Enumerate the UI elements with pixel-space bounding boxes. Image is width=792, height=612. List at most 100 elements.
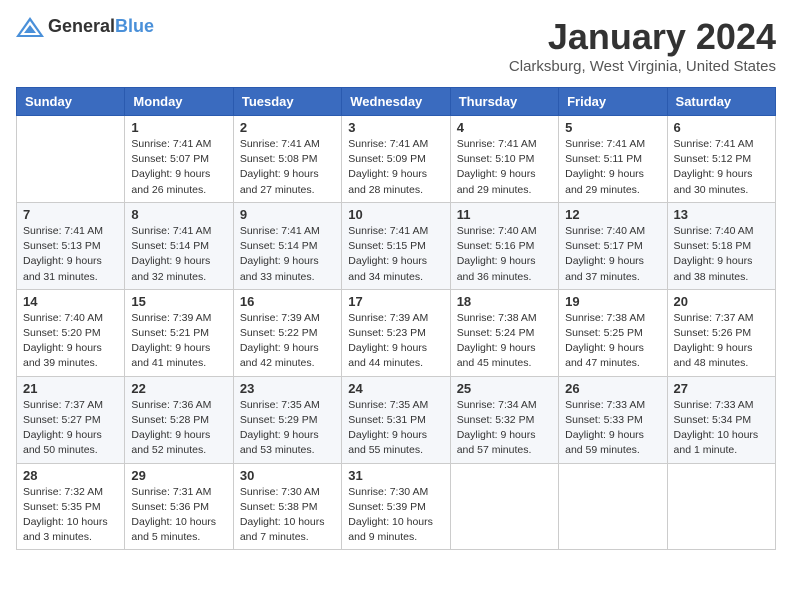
day-number: 4 bbox=[457, 120, 552, 135]
calendar-cell bbox=[17, 116, 125, 203]
calendar-cell bbox=[450, 463, 558, 550]
logo-blue: Blue bbox=[115, 16, 154, 36]
cell-info: Sunrise: 7:41 AM Sunset: 5:14 PM Dayligh… bbox=[240, 224, 335, 285]
day-number: 28 bbox=[23, 468, 118, 483]
day-number: 15 bbox=[131, 294, 226, 309]
cell-info: Sunrise: 7:37 AM Sunset: 5:26 PM Dayligh… bbox=[674, 311, 769, 372]
cell-info: Sunrise: 7:33 AM Sunset: 5:33 PM Dayligh… bbox=[565, 398, 660, 459]
day-number: 8 bbox=[131, 207, 226, 222]
cell-info: Sunrise: 7:39 AM Sunset: 5:23 PM Dayligh… bbox=[348, 311, 443, 372]
day-number: 6 bbox=[674, 120, 769, 135]
calendar-week-row: 28 Sunrise: 7:32 AM Sunset: 5:35 PM Dayli… bbox=[17, 463, 776, 550]
calendar-cell: 27 Sunrise: 7:33 AM Sunset: 5:34 PM Dayli… bbox=[667, 376, 775, 463]
day-number: 1 bbox=[131, 120, 226, 135]
calendar-cell: 25 Sunrise: 7:34 AM Sunset: 5:32 PM Dayli… bbox=[450, 376, 558, 463]
calendar-cell: 23Sunrise: 7:35 AM Sunset: 5:29 PM Dayli… bbox=[233, 376, 341, 463]
weekday-header-tuesday: Tuesday bbox=[233, 88, 341, 116]
cell-info: Sunrise: 7:39 AM Sunset: 5:22 PM Dayligh… bbox=[240, 311, 335, 372]
cell-info: Sunrise: 7:40 AM Sunset: 5:18 PM Dayligh… bbox=[674, 224, 769, 285]
cell-info: Sunrise: 7:37 AM Sunset: 5:27 PM Dayligh… bbox=[23, 398, 118, 459]
cell-info: Sunrise: 7:36 AM Sunset: 5:28 PM Dayligh… bbox=[131, 398, 226, 459]
calendar-cell: 22 Sunrise: 7:36 AM Sunset: 5:28 PM Dayli… bbox=[125, 376, 233, 463]
day-number: 22 bbox=[131, 381, 226, 396]
calendar-cell: 8 Sunrise: 7:41 AM Sunset: 5:14 PM Daylig… bbox=[125, 202, 233, 289]
weekday-header-friday: Friday bbox=[559, 88, 667, 116]
calendar-cell: 18Sunrise: 7:38 AM Sunset: 5:24 PM Dayli… bbox=[450, 289, 558, 376]
day-number: 11 bbox=[457, 207, 552, 222]
day-number: 7 bbox=[23, 207, 118, 222]
day-number: 21 bbox=[23, 381, 118, 396]
day-number: 3 bbox=[348, 120, 443, 135]
calendar-cell: 20 Sunrise: 7:37 AM Sunset: 5:26 PM Dayli… bbox=[667, 289, 775, 376]
calendar-cell: 31Sunrise: 7:30 AM Sunset: 5:39 PM Dayli… bbox=[342, 463, 450, 550]
day-number: 30 bbox=[240, 468, 335, 483]
calendar-cell: 2Sunrise: 7:41 AM Sunset: 5:08 PM Daylig… bbox=[233, 116, 341, 203]
day-number: 20 bbox=[674, 294, 769, 309]
cell-info: Sunrise: 7:38 AM Sunset: 5:24 PM Dayligh… bbox=[457, 311, 552, 372]
cell-info: Sunrise: 7:41 AM Sunset: 5:07 PM Dayligh… bbox=[131, 137, 226, 198]
weekday-header-sunday: Sunday bbox=[17, 88, 125, 116]
cell-info: Sunrise: 7:31 AM Sunset: 5:36 PM Dayligh… bbox=[131, 485, 226, 546]
cell-info: Sunrise: 7:40 AM Sunset: 5:17 PM Dayligh… bbox=[565, 224, 660, 285]
calendar-cell: 9 Sunrise: 7:41 AM Sunset: 5:14 PM Daylig… bbox=[233, 202, 341, 289]
cell-info: Sunrise: 7:41 AM Sunset: 5:15 PM Dayligh… bbox=[348, 224, 443, 285]
day-number: 17 bbox=[348, 294, 443, 309]
calendar-cell: 3Sunrise: 7:41 AM Sunset: 5:09 PM Daylig… bbox=[342, 116, 450, 203]
day-number: 23 bbox=[240, 381, 335, 396]
cell-info: Sunrise: 7:41 AM Sunset: 5:10 PM Dayligh… bbox=[457, 137, 552, 198]
day-number: 10 bbox=[348, 207, 443, 222]
calendar-week-row: 14 Sunrise: 7:40 AM Sunset: 5:20 PM Dayli… bbox=[17, 289, 776, 376]
cell-info: Sunrise: 7:35 AM Sunset: 5:31 PM Dayligh… bbox=[348, 398, 443, 459]
calendar-week-row: 21 Sunrise: 7:37 AM Sunset: 5:27 PM Dayli… bbox=[17, 376, 776, 463]
cell-info: Sunrise: 7:41 AM Sunset: 5:13 PM Dayligh… bbox=[23, 224, 118, 285]
calendar-cell: 14 Sunrise: 7:40 AM Sunset: 5:20 PM Dayli… bbox=[17, 289, 125, 376]
day-number: 24 bbox=[348, 381, 443, 396]
calendar-cell: 13 Sunrise: 7:40 AM Sunset: 5:18 PM Dayli… bbox=[667, 202, 775, 289]
weekday-header-wednesday: Wednesday bbox=[342, 88, 450, 116]
calendar-table: SundayMondayTuesdayWednesdayThursdayFrid… bbox=[16, 87, 776, 550]
logo-general: General bbox=[48, 16, 115, 36]
calendar-cell: 17 Sunrise: 7:39 AM Sunset: 5:23 PM Dayli… bbox=[342, 289, 450, 376]
title-area: January 2024 Clarksburg, West Virginia, … bbox=[509, 16, 776, 75]
calendar-cell: 19Sunrise: 7:38 AM Sunset: 5:25 PM Dayli… bbox=[559, 289, 667, 376]
calendar-cell bbox=[559, 463, 667, 550]
cell-info: Sunrise: 7:41 AM Sunset: 5:08 PM Dayligh… bbox=[240, 137, 335, 198]
cell-info: Sunrise: 7:32 AM Sunset: 5:35 PM Dayligh… bbox=[23, 485, 118, 546]
day-number: 27 bbox=[674, 381, 769, 396]
calendar-cell bbox=[667, 463, 775, 550]
weekday-header-thursday: Thursday bbox=[450, 88, 558, 116]
weekday-header-monday: Monday bbox=[125, 88, 233, 116]
day-number: 9 bbox=[240, 207, 335, 222]
day-number: 13 bbox=[674, 207, 769, 222]
calendar-cell: 26Sunrise: 7:33 AM Sunset: 5:33 PM Dayli… bbox=[559, 376, 667, 463]
day-number: 14 bbox=[23, 294, 118, 309]
calendar-cell: 5 Sunrise: 7:41 AM Sunset: 5:11 PM Daylig… bbox=[559, 116, 667, 203]
day-number: 16 bbox=[240, 294, 335, 309]
calendar-cell: 12Sunrise: 7:40 AM Sunset: 5:17 PM Dayli… bbox=[559, 202, 667, 289]
cell-info: Sunrise: 7:41 AM Sunset: 5:11 PM Dayligh… bbox=[565, 137, 660, 198]
calendar-cell: 7 Sunrise: 7:41 AM Sunset: 5:13 PM Daylig… bbox=[17, 202, 125, 289]
calendar-cell: 24 Sunrise: 7:35 AM Sunset: 5:31 PM Dayli… bbox=[342, 376, 450, 463]
calendar-week-row: 7 Sunrise: 7:41 AM Sunset: 5:13 PM Daylig… bbox=[17, 202, 776, 289]
month-title: January 2024 bbox=[509, 16, 776, 58]
day-number: 25 bbox=[457, 381, 552, 396]
day-number: 29 bbox=[131, 468, 226, 483]
calendar-cell: 4 Sunrise: 7:41 AM Sunset: 5:10 PM Daylig… bbox=[450, 116, 558, 203]
calendar-cell: 29 Sunrise: 7:31 AM Sunset: 5:36 PM Dayli… bbox=[125, 463, 233, 550]
logo: GeneralBlue bbox=[16, 16, 154, 37]
day-number: 5 bbox=[565, 120, 660, 135]
page-header: GeneralBlue January 2024 Clarksburg, Wes… bbox=[16, 16, 776, 75]
cell-info: Sunrise: 7:30 AM Sunset: 5:38 PM Dayligh… bbox=[240, 485, 335, 546]
cell-info: Sunrise: 7:39 AM Sunset: 5:21 PM Dayligh… bbox=[131, 311, 226, 372]
calendar-cell: 16 Sunrise: 7:39 AM Sunset: 5:22 PM Dayli… bbox=[233, 289, 341, 376]
cell-info: Sunrise: 7:34 AM Sunset: 5:32 PM Dayligh… bbox=[457, 398, 552, 459]
calendar-cell: 10 Sunrise: 7:41 AM Sunset: 5:15 PM Dayli… bbox=[342, 202, 450, 289]
calendar-week-row: 1 Sunrise: 7:41 AM Sunset: 5:07 PM Daylig… bbox=[17, 116, 776, 203]
weekday-header-saturday: Saturday bbox=[667, 88, 775, 116]
calendar-cell: 28 Sunrise: 7:32 AM Sunset: 5:35 PM Dayli… bbox=[17, 463, 125, 550]
cell-info: Sunrise: 7:41 AM Sunset: 5:14 PM Dayligh… bbox=[131, 224, 226, 285]
cell-info: Sunrise: 7:40 AM Sunset: 5:20 PM Dayligh… bbox=[23, 311, 118, 372]
cell-info: Sunrise: 7:33 AM Sunset: 5:34 PM Dayligh… bbox=[674, 398, 769, 459]
calendar-cell: 1 Sunrise: 7:41 AM Sunset: 5:07 PM Daylig… bbox=[125, 116, 233, 203]
logo-icon bbox=[16, 17, 44, 37]
